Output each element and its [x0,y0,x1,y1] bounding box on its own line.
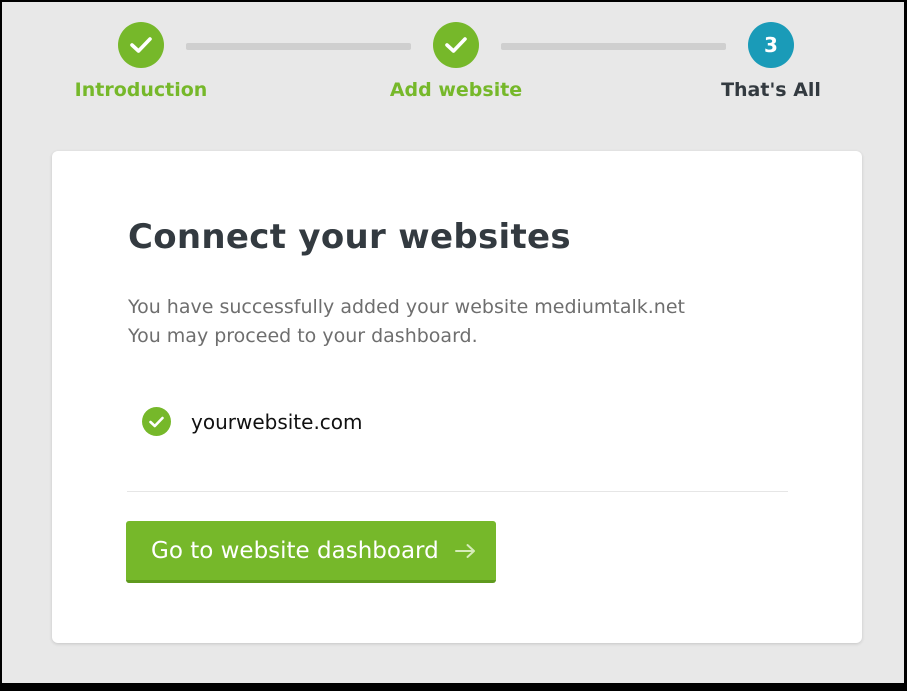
success-message: You have successfully added your website… [128,296,685,318]
go-to-dashboard-button[interactable]: Go to website dashboard [126,521,496,583]
step-1-check-icon [118,22,164,68]
step-connector-2 [501,43,726,50]
website-name: yourwebsite.com [191,409,363,434]
step-label-introduction: Introduction [74,79,208,101]
check-circle-icon [142,407,171,436]
arrow-right-icon [454,543,477,559]
divider [127,491,788,492]
proceed-message: You may proceed to your dashboard. [128,325,478,347]
onboarding-page: 3 Introduction Add website That's All Co… [2,2,904,683]
page-title: Connect your websites [128,217,571,257]
go-to-dashboard-label: Go to website dashboard [151,537,439,564]
step-2-check-icon [433,22,479,68]
step-label-add-website: Add website [389,79,523,101]
step-label-thats-all: That's All [721,79,821,101]
step-connector-1 [186,43,411,50]
connect-websites-card: Connect your websites You have successfu… [52,151,862,643]
step-3-number-badge: 3 [748,22,794,68]
step-3-number: 3 [764,33,778,57]
website-list-item: yourwebsite.com [142,407,363,436]
